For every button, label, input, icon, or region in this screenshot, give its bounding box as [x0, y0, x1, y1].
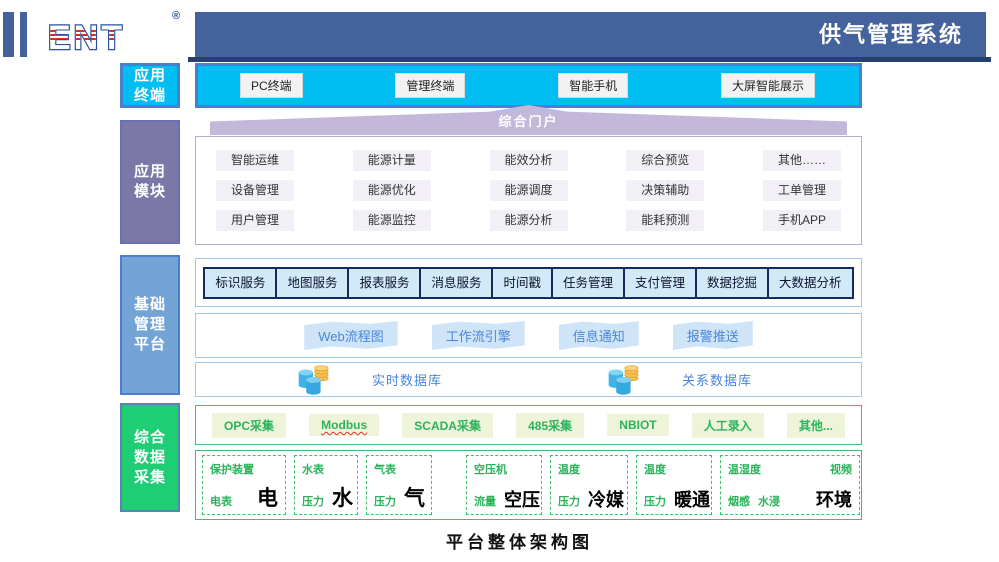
registered-trademark: ® — [172, 10, 180, 22]
terminal-row: PC终端 管理终端 智能手机 大屏智能展示 — [195, 63, 862, 108]
module-chip: 工单管理 — [763, 180, 841, 201]
device-tag: 温湿度 — [728, 461, 761, 477]
device-tag: 压力 — [302, 493, 324, 509]
service-cell: 消息服务 — [419, 267, 493, 299]
database-icon — [292, 364, 334, 396]
module-chip: 其他…… — [763, 150, 841, 171]
protocol-chip: OPC采集 — [212, 413, 286, 438]
device-category: 暖通 — [674, 491, 710, 509]
device-tag: 温度 — [558, 461, 580, 477]
logo-accent-bar — [20, 12, 27, 57]
device-tag: 空压机 — [474, 461, 507, 477]
services-row: 标识服务 地图服务 报表服务 消息服务 时间戳 任务管理 支付管理 数据挖掘 大… — [195, 258, 862, 307]
device-cell-hvac: 温度 压力 暖通 — [636, 455, 712, 515]
protocol-chip: 其他... — [787, 413, 845, 438]
database-label: 实时数据库 — [372, 370, 442, 389]
module-chip: 能效分析 — [490, 150, 568, 171]
module-chip: 设备管理 — [216, 180, 294, 201]
portal-title: 综合门户 — [498, 111, 558, 130]
header-divider — [188, 57, 991, 62]
rail-label-data-collection: 综合 数据 采集 — [120, 403, 180, 512]
module-chip: 决策辅助 — [626, 180, 704, 201]
protocol-chip: 485采集 — [516, 413, 584, 438]
module-chip: 能耗预测 — [626, 210, 704, 231]
device-tag: 保护装置 — [210, 461, 254, 477]
portal-banner: 综合门户 — [210, 105, 847, 135]
device-category: 冷媒 — [588, 491, 624, 509]
device-tag: 气表 — [374, 461, 396, 477]
middleware-row: Web流程图 工作流引擎 信息通知 报警推送 — [195, 313, 862, 358]
modules-grid: 智能运维 能源计量 能效分析 综合预览 其他…… 设备管理 能源优化 能源调度 … — [195, 136, 862, 245]
rail-label-base-platform: 基础 管理 平台 — [120, 255, 180, 395]
module-chip: 用户管理 — [216, 210, 294, 231]
device-tag: 压力 — [374, 493, 396, 509]
protocol-chip: SCADA采集 — [402, 413, 493, 438]
protocol-chip: NBIOT — [607, 414, 668, 436]
device-cell-compressor: 空压机 流量 空压 — [466, 455, 542, 515]
protocol-chip: 人工录入 — [692, 413, 764, 438]
service-cell: 地图服务 — [275, 267, 349, 299]
device-cell-water: 水表 压力 水 — [294, 455, 358, 515]
device-tag: 压力 — [558, 493, 580, 509]
rail-label-app-terminal: 应用 终端 — [120, 63, 180, 108]
service-cell: 报表服务 — [347, 267, 421, 299]
device-tag: 水表 — [302, 461, 324, 477]
rail-label-app-modules: 应用 模块 — [120, 120, 180, 244]
ent-logo-icon: ENT ENT — [46, 14, 174, 56]
module-chip: 能源监控 — [353, 210, 431, 231]
middleware-ribbon: 报警推送 — [673, 321, 753, 350]
module-chip: 能源计量 — [353, 150, 431, 171]
page-title: 供气管理系统 — [195, 12, 986, 57]
module-chip: 能源调度 — [490, 180, 568, 201]
device-tag: 温度 — [644, 461, 666, 477]
device-tag: 视频 — [830, 461, 852, 477]
service-cell: 任务管理 — [551, 267, 625, 299]
terminal-chip: 管理终端 — [395, 73, 465, 98]
logo-accent-bar — [3, 12, 14, 57]
device-tag: 烟感 — [728, 493, 750, 509]
device-cell-refrigerant: 温度 压力 冷媒 — [550, 455, 628, 515]
terminal-chip: PC终端 — [240, 73, 303, 98]
ent-logo: ENT ENT — [46, 14, 174, 56]
device-cell-electric: 保护装置 电表 电 — [202, 455, 286, 515]
service-cell: 大数据分析 — [767, 267, 854, 299]
device-tag: 电表 — [210, 493, 232, 509]
realtime-db-group: 实时数据库 — [292, 364, 442, 396]
device-category: 气 — [404, 488, 425, 509]
module-chip: 智能运维 — [216, 150, 294, 171]
middleware-ribbon: 信息通知 — [559, 321, 639, 350]
service-cell: 支付管理 — [623, 267, 697, 299]
device-cell-gas: 气表 压力 气 — [366, 455, 432, 515]
diagram-caption: 平台整体架构图 — [40, 528, 999, 553]
module-chip: 能源分析 — [490, 210, 568, 231]
middleware-ribbon: Web流程图 — [304, 321, 398, 350]
device-category: 水 — [332, 488, 353, 509]
device-category: 空压 — [504, 491, 540, 509]
device-tag: 压力 — [644, 493, 666, 509]
protocol-chip: Modbus — [309, 414, 379, 436]
database-label: 关系数据库 — [682, 370, 752, 389]
module-chip: 手机APP — [763, 210, 841, 231]
devices-row: 保护装置 电表 电 水表 压力 水 气表 压力 气 空压机 流量 空压 — [195, 450, 862, 520]
service-cell: 时间戳 — [491, 267, 553, 299]
device-cell-environment: 温湿度 视频 烟感 水浸 环境 — [720, 455, 860, 515]
service-cell: 标识服务 — [203, 267, 277, 299]
protocols-row: OPC采集 Modbus SCADA采集 485采集 NBIOT 人工录入 其他… — [195, 405, 862, 445]
device-category: 环境 — [816, 491, 852, 509]
device-tag: 水浸 — [758, 493, 780, 509]
module-chip: 能源优化 — [353, 180, 431, 201]
device-category: 电 — [257, 488, 278, 509]
relational-db-group: 关系数据库 — [602, 364, 752, 396]
terminal-chip: 大屏智能展示 — [721, 73, 815, 98]
service-cell: 数据挖掘 — [695, 267, 769, 299]
middleware-ribbon: 工作流引擎 — [432, 321, 525, 350]
terminal-chip: 智能手机 — [558, 73, 628, 98]
module-chip: 综合预览 — [626, 150, 704, 171]
device-tag: 流量 — [474, 493, 496, 509]
architecture-slide: ENT ENT ® 供气管理系统 应用 终端 应用 模块 基础 管理 平台 综合… — [0, 0, 999, 562]
database-row: 实时数据库 关系数据库 — [195, 362, 862, 397]
database-icon — [602, 364, 644, 396]
